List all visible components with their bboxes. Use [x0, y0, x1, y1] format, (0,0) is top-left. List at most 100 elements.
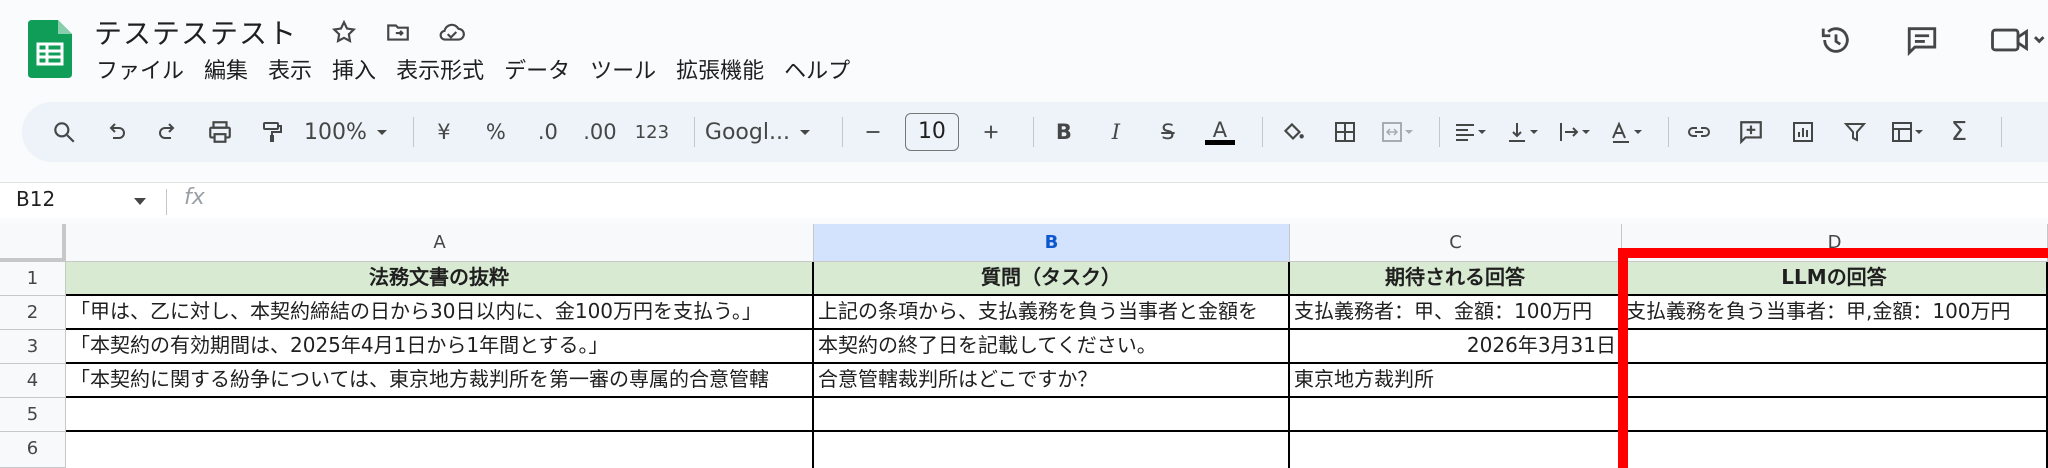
print-icon[interactable] [200, 112, 240, 152]
cell-a2[interactable]: 「甲は、乙に対し、本契約締結の日から30日以内に、金100万円を支払う。」 [66, 296, 814, 330]
meet-video-icon[interactable] [1988, 20, 2048, 60]
row-header-4[interactable]: 4 [0, 364, 66, 398]
row-header-1[interactable]: 1 [0, 262, 66, 296]
strikethrough-button[interactable]: S [1148, 112, 1188, 152]
cell-a5[interactable] [66, 398, 814, 432]
toolbar-divider [412, 117, 414, 147]
cell-d1[interactable]: LLMの回答 [1622, 262, 2048, 296]
toolbar: 100% ¥ % .0 .00 123 Googl... 10 B I S A … [22, 102, 2048, 162]
formula-bar: B12 fx [0, 182, 2048, 218]
row-header-6[interactable]: 6 [0, 432, 66, 468]
currency-format-button[interactable]: ¥ [424, 112, 464, 152]
more-formats-button[interactable]: 123 [632, 112, 672, 152]
cell-a1[interactable]: 法務文書の抜粋 [66, 262, 814, 296]
menu-edit[interactable]: 編集 [194, 55, 258, 89]
percent-format-button[interactable]: % [476, 112, 516, 152]
row-header-3[interactable]: 3 [0, 330, 66, 364]
cell-c6[interactable] [1290, 432, 1622, 468]
font-select[interactable]: Googl... [705, 112, 820, 152]
cell-b3[interactable]: 本契約の終了日を記載してください。 [814, 330, 1290, 364]
toolbar-divider [1032, 117, 1034, 147]
increase-decimal-button[interactable]: .00 [580, 112, 620, 152]
insert-chart-icon[interactable] [1783, 112, 1823, 152]
insert-comment-icon[interactable] [1731, 112, 1771, 152]
cell-d3[interactable] [1622, 330, 2048, 364]
vertical-align-icon[interactable] [1502, 112, 1542, 152]
borders-icon[interactable] [1325, 112, 1365, 152]
cell-d5[interactable] [1622, 398, 2048, 432]
menu-view[interactable]: 表示 [258, 55, 322, 89]
cell-c1[interactable]: 期待される回答 [1290, 262, 1622, 296]
toolbar-divider [693, 117, 695, 147]
menu-format[interactable]: 表示形式 [386, 55, 494, 89]
undo-icon[interactable] [96, 112, 136, 152]
column-header-c[interactable]: C [1290, 224, 1622, 262]
menu-tools[interactable]: ツール [580, 55, 666, 89]
cell-a6[interactable] [66, 432, 814, 468]
top-bar: テステステスト ファイル 編集 表示 挿入 表示形式 データ ツール 拡張機能 … [0, 0, 2048, 95]
sheets-logo-icon[interactable] [28, 20, 72, 78]
redo-icon[interactable] [148, 112, 188, 152]
cell-d4[interactable] [1622, 364, 2048, 398]
cloud-saved-icon[interactable] [434, 14, 470, 50]
cell-d2[interactable]: 支払義務を負う当事者：甲,金額：100万円 [1622, 296, 2048, 330]
toolbar-divider [2000, 117, 2002, 147]
version-history-icon[interactable] [1816, 20, 1856, 60]
menu-file[interactable]: ファイル [86, 55, 194, 89]
column-header-d[interactable]: D [1622, 224, 2048, 262]
cell-a4[interactable]: 「本契約に関する紛争については、東京地方裁判所を第一審の専属的合意管轄 [66, 364, 814, 398]
cell-b1[interactable]: 質問（タスク） [814, 262, 1290, 296]
fill-color-icon[interactable] [1273, 112, 1313, 152]
toolbar-divider [1261, 117, 1263, 147]
cell-b4[interactable]: 合意管轄裁判所はどこですか？ [814, 364, 1290, 398]
text-wrapping-icon[interactable] [1554, 112, 1594, 152]
cell-b5[interactable] [814, 398, 1290, 432]
chevron-down-icon[interactable] [132, 197, 148, 207]
move-folder-icon[interactable] [380, 14, 416, 50]
filter-views-icon[interactable] [1887, 112, 1927, 152]
cell-c3[interactable]: 2026年3月31日 [1290, 330, 1622, 364]
comments-icon[interactable] [1902, 20, 1942, 60]
decrease-decimal-button[interactable]: .0 [528, 112, 568, 152]
merge-cells-icon[interactable] [1377, 112, 1417, 152]
menu-insert[interactable]: 挿入 [322, 55, 386, 89]
document-title[interactable]: テステステスト [94, 12, 297, 52]
cell-a3[interactable]: 「本契約の有効期間は、2025年4月1日から1年間とする。」 [66, 330, 814, 364]
column-header-a[interactable]: A [66, 224, 814, 262]
text-color-button[interactable]: A [1200, 112, 1240, 152]
filter-icon[interactable] [1835, 112, 1875, 152]
cell-b6[interactable] [814, 432, 1290, 468]
column-header-b[interactable]: B [814, 224, 1290, 262]
italic-button[interactable]: I [1096, 112, 1136, 152]
cell-b2[interactable]: 上記の条項から、支払義務を負う当事者と金額を [814, 296, 1290, 330]
name-box[interactable]: B12 [16, 187, 55, 211]
insert-link-icon[interactable] [1679, 112, 1719, 152]
star-icon[interactable] [326, 14, 362, 50]
menu-help[interactable]: ヘルプ [774, 55, 860, 89]
cell-d6[interactable] [1622, 432, 2048, 468]
horizontal-align-icon[interactable] [1450, 112, 1490, 152]
paint-format-icon[interactable] [252, 112, 292, 152]
cell-c2[interactable]: 支払義務者：甲、金額：100万円 [1290, 296, 1622, 330]
chevron-down-icon [799, 130, 810, 135]
row-header-2[interactable]: 2 [0, 296, 66, 330]
zoom-value: 100% [304, 119, 367, 145]
zoom-select[interactable]: 100% [304, 112, 397, 152]
text-rotation-icon[interactable] [1606, 112, 1646, 152]
functions-icon[interactable]: Σ [1939, 112, 1979, 152]
menu-bar: ファイル 編集 表示 挿入 表示形式 データ ツール 拡張機能 ヘルプ [86, 55, 860, 89]
menu-data[interactable]: データ [494, 55, 580, 89]
cell-c5[interactable] [1290, 398, 1622, 432]
bold-button[interactable]: B [1044, 112, 1084, 152]
toolbar-divider [1438, 117, 1440, 147]
increase-font-size-icon[interactable] [971, 112, 1011, 152]
cell-c4[interactable]: 東京地方裁判所 [1290, 364, 1622, 398]
search-menus-icon[interactable] [44, 112, 84, 152]
formula-divider [166, 189, 167, 215]
menu-extensions[interactable]: 拡張機能 [666, 55, 774, 89]
text-color-swatch [1204, 139, 1235, 145]
font-size-input[interactable]: 10 [904, 113, 959, 151]
select-all-corner[interactable] [0, 224, 66, 262]
decrease-font-size-icon[interactable] [853, 112, 893, 152]
row-header-5[interactable]: 5 [0, 398, 66, 432]
